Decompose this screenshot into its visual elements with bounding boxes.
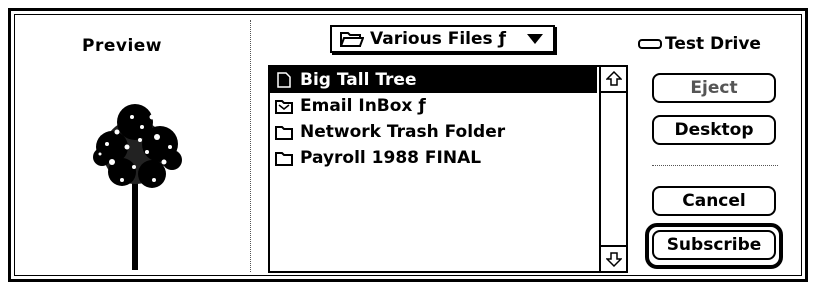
folder-popup-label: Various Files ƒ <box>370 29 506 49</box>
list-item[interactable]: Network Trash Folder <box>270 119 597 145</box>
list-item[interactable]: Payroll 1988 FINAL <box>270 145 597 171</box>
eject-button[interactable]: Eject <box>652 73 776 103</box>
drive-name: Test Drive <box>638 34 761 54</box>
picture-icon <box>274 72 294 88</box>
panel-divider <box>250 20 251 272</box>
list-item[interactable]: Big Tall Tree <box>270 67 597 93</box>
cancel-button[interactable]: Cancel <box>652 186 776 216</box>
drive-label: Test Drive <box>665 34 761 54</box>
file-list-scrollbar[interactable] <box>599 67 626 271</box>
preview-title: Preview <box>82 36 163 56</box>
list-item-label: Big Tall Tree <box>300 70 417 90</box>
arrow-down-icon <box>605 252 622 267</box>
file-list-items: Big Tall Tree Email InBox ƒ Network Tras… <box>270 67 597 271</box>
open-folder-icon <box>340 30 364 48</box>
disk-icon <box>638 38 662 50</box>
scroll-up-button[interactable] <box>601 67 626 93</box>
folder-popup-menu[interactable]: Various Files ƒ <box>330 25 555 53</box>
arrow-up-icon <box>605 71 622 86</box>
desktop-button[interactable]: Desktop <box>652 115 776 145</box>
mail-folder-icon <box>274 98 294 114</box>
tree-preview-image <box>93 104 182 270</box>
file-list[interactable]: Big Tall Tree Email InBox ƒ Network Tras… <box>268 65 628 273</box>
list-item-label: Payroll 1988 FINAL <box>300 148 482 168</box>
list-item[interactable]: Email InBox ƒ <box>270 93 597 119</box>
subscribe-button[interactable]: Subscribe <box>652 230 776 260</box>
list-item-label: Email InBox ƒ <box>300 96 426 116</box>
folder-icon <box>274 150 294 166</box>
triangle-down-icon <box>527 34 543 44</box>
folder-icon <box>274 124 294 140</box>
list-item-label: Network Trash Folder <box>300 122 506 142</box>
button-separator <box>652 165 778 166</box>
scroll-down-button[interactable] <box>601 245 626 271</box>
